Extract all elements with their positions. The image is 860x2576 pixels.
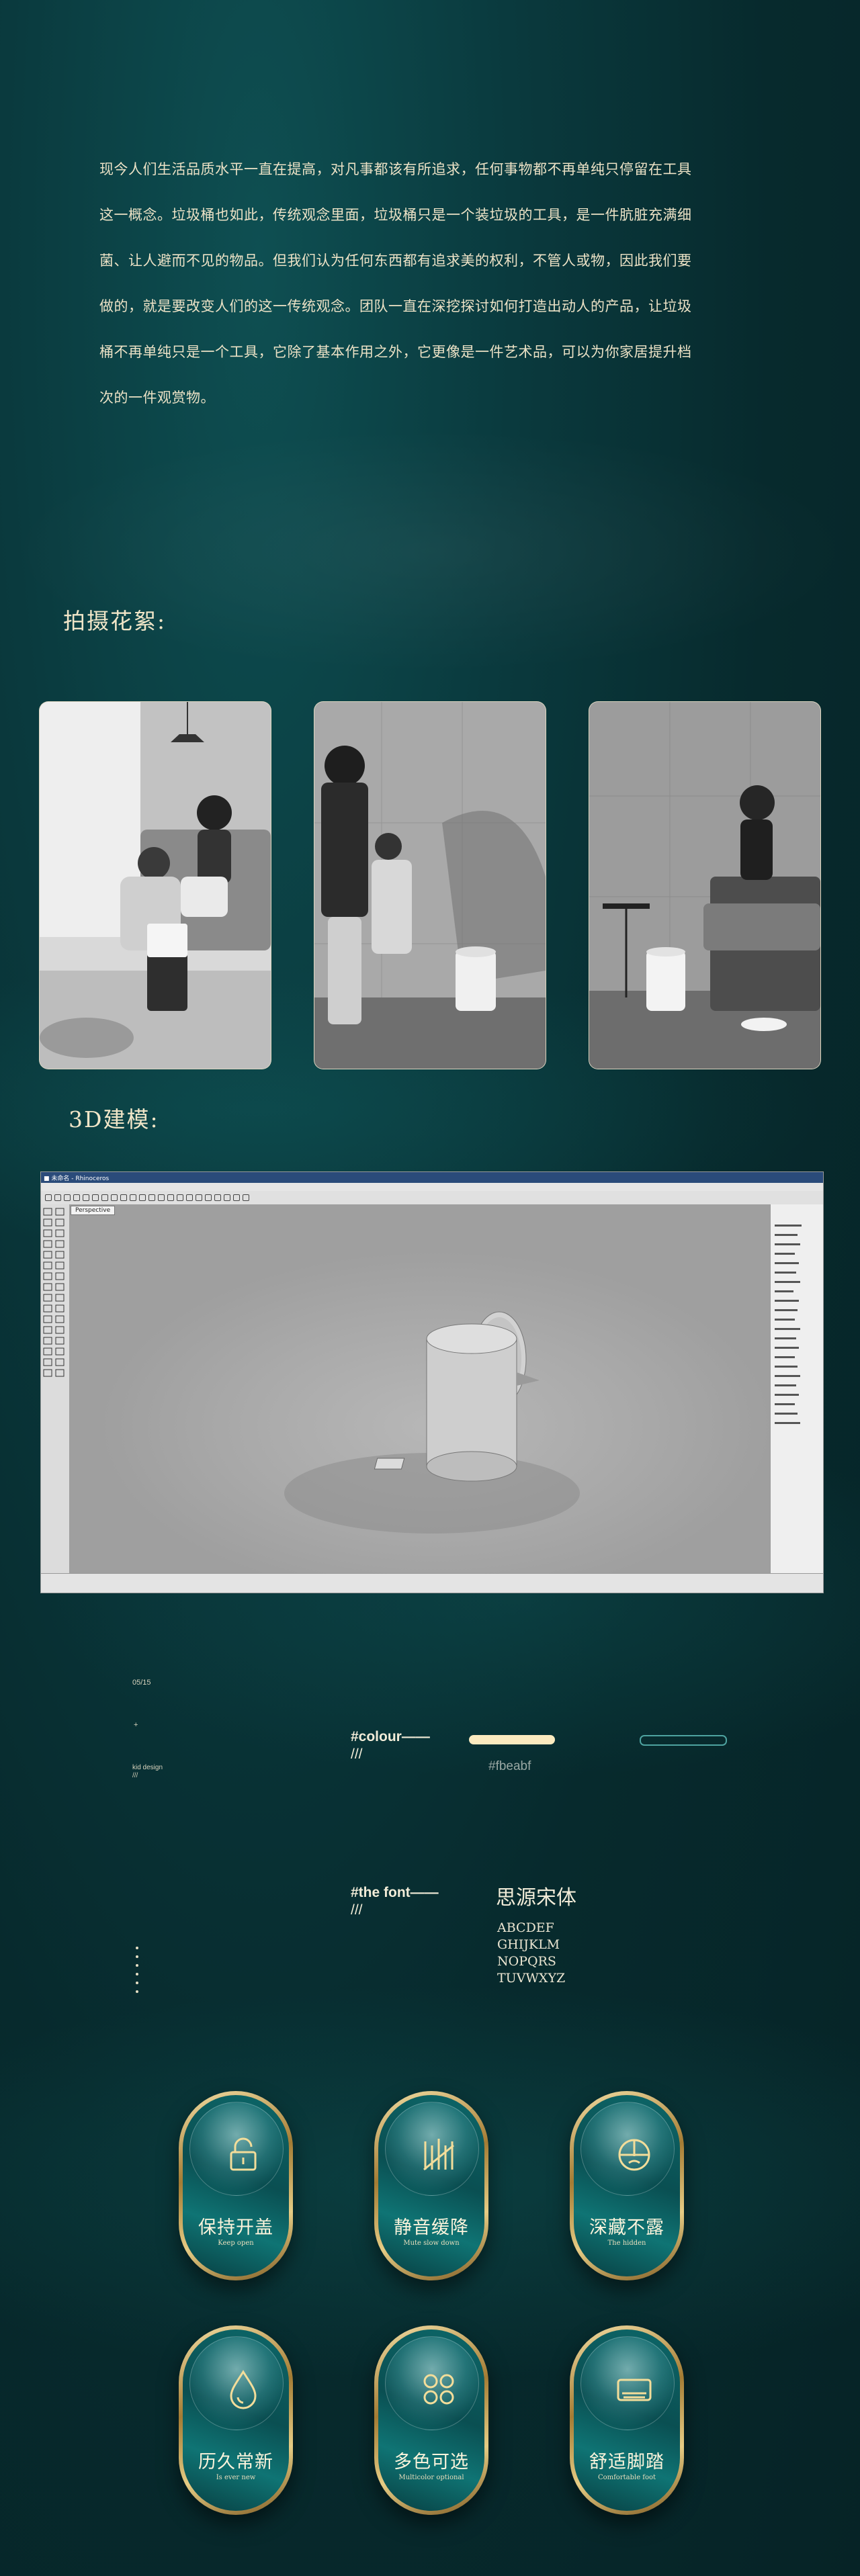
cad-tool-icon (158, 1194, 165, 1201)
font-name: 思源宋体 (496, 1886, 576, 1910)
cad-tool-icon (64, 1194, 71, 1201)
colour-label: #colour—— (351, 1729, 430, 1744)
kid-design-label: kid design (132, 1764, 163, 1771)
alphabet-line: ABCDEF (497, 1920, 554, 1935)
cad-layer-list (775, 1225, 802, 1424)
shoot-section-title: 拍摄花絮: (63, 608, 167, 634)
cad-layers-panel (770, 1204, 823, 1574)
cad-window-title: ■ 未命名 - Rhinoceros (44, 1175, 110, 1182)
colour-slashes: /// (351, 1746, 363, 1762)
cad-tool-icon (186, 1194, 193, 1201)
feature-subtitle: The hidden (607, 2239, 646, 2247)
feature-subtitle: Mute slow down (403, 2239, 460, 2247)
alphabet-line: GHIJKLM (497, 1937, 560, 1952)
cad-tool-icon (83, 1194, 89, 1201)
alphabet-line: TUVWXYZ (497, 1971, 566, 1986)
kid-design-slashes: /// (132, 1772, 138, 1779)
intro-paragraph: 现今人们生活品质水平一直在提高，对凡事都该有所追求，任何事物都不再单纯只停留在工… (99, 146, 765, 420)
feature-subtitle: Comfortable foot (597, 2474, 656, 2481)
palette-icon (423, 2374, 454, 2405)
cad-tool-icon (111, 1194, 118, 1201)
cad-tool-icon (120, 1194, 127, 1201)
cad-tool-icon (130, 1194, 136, 1201)
cream-color-swatch (469, 1735, 555, 1744)
damper-icon (423, 2139, 454, 2171)
lock-icon (230, 2137, 257, 2171)
behind-scenes-photo-1 (39, 701, 271, 1069)
intro-line: 这一概念。垃圾桶也如此，传统观念里面，垃圾桶只是一个装垃圾的工具，是一件肮脏充满… (99, 207, 692, 223)
concealed-icon (618, 2139, 650, 2171)
teal-color-swatch (640, 1735, 727, 1746)
cad-tool-icon (205, 1194, 212, 1201)
cad-tool-icon (177, 1194, 183, 1201)
photo-1-illustration (40, 702, 271, 1069)
date-label: 05/15 (132, 1679, 151, 1687)
intro-line: 次的一件观赏物。 (99, 390, 215, 406)
feature-badge-hidden: 深藏不露 The hidden (570, 2091, 684, 2280)
feature-badge-keep-open: 保持开盖 Keep open (179, 2091, 293, 2280)
feature-subtitle: Is ever new (216, 2474, 256, 2481)
cad-tool-icon (243, 1194, 249, 1201)
photo-3-illustration (589, 702, 820, 1069)
cad-toolbox-icons (43, 1208, 64, 1377)
cad-tool-icon (139, 1194, 146, 1201)
intro-line: 做的，就是要改变人们的这一传统观念。团队一直在深挖探讨如何打造出动人的产品，让垃… (99, 298, 692, 314)
colour-hex-label: #fbeabf (488, 1759, 531, 1773)
cad-tool-icon (233, 1194, 240, 1201)
feature-title: 深藏不露 (589, 2217, 664, 2238)
cad-tool-icon (54, 1194, 61, 1201)
feature-title: 多色可选 (394, 2452, 469, 2473)
cad-tool-icon (45, 1194, 52, 1201)
alphabet-line: NOPQRS (497, 1954, 556, 1969)
font-slashes: /// (351, 1902, 363, 1918)
feature-subtitle: Keep open (218, 2239, 254, 2247)
cad-title-bar (41, 1172, 823, 1183)
model-section-title: 3D建模: (69, 1106, 159, 1132)
intro-line: 现今人们生活品质水平一直在提高，对凡事都该有所追求，任何事物都不再单纯只停留在工… (99, 161, 692, 177)
cad-tool-icon (214, 1194, 221, 1201)
cad-toolbar (41, 1191, 823, 1205)
cad-left-toolbox (41, 1204, 70, 1574)
cad-tool-icon (148, 1194, 155, 1201)
cad-tool-icon (101, 1194, 108, 1201)
vertical-dots (136, 1947, 140, 1999)
trash-can-3d-model (284, 1311, 580, 1534)
cad-tool-icon (92, 1194, 99, 1201)
cad-status-bar (41, 1573, 823, 1593)
feature-subtitle: Multicolor optional (398, 2474, 464, 2481)
feature-badge-mute: 静音缓降 Mute slow down (374, 2091, 488, 2280)
cad-tool-icon (224, 1194, 230, 1201)
pedal-icon (617, 2379, 652, 2401)
feature-title: 历久常新 (198, 2452, 273, 2473)
behind-scenes-photo-3 (589, 701, 821, 1069)
behind-scenes-photo-2 (314, 701, 546, 1069)
feature-title: 舒适脚踏 (589, 2452, 664, 2473)
cad-perspective-viewport[interactable] (69, 1204, 803, 1574)
cad-tool-icon (167, 1194, 174, 1201)
alphabet-sample: ABCDEF GHIJKLM NOPQRS TUVWXYZ (497, 1920, 565, 1987)
feature-badge-foot-pedal: 舒适脚踏 Comfortable foot (570, 2325, 684, 2515)
intro-line: 菌、让人避而不见的物品。但我们认为任何东西都有追求美的权利，不管人或物，因此我们… (99, 253, 692, 269)
photo-2-illustration (314, 702, 546, 1069)
cad-tool-icon (196, 1194, 202, 1201)
cad-tool-icon (73, 1194, 80, 1201)
plus-mark: + (134, 1721, 138, 1729)
feature-badge-multicolor: 多色可选 Multicolor optional (374, 2325, 488, 2515)
font-label: #the font—— (351, 1885, 439, 1900)
intro-line: 桶不再单纯只是一个工具，它除了基本作用之外，它更像是一件艺术品，可以为你家居提升… (99, 344, 692, 360)
feature-title: 保持开盖 (198, 2217, 273, 2238)
cad-viewport-tab[interactable]: Perspective (71, 1206, 116, 1215)
feature-title: 静音缓降 (394, 2217, 469, 2238)
droplet-icon (230, 2370, 257, 2409)
feature-badge-ever-new: 历久常新 Is ever new (179, 2325, 293, 2515)
cad-modeling-window: ■ 未命名 - Rhinoceros Perspective (40, 1171, 824, 1593)
